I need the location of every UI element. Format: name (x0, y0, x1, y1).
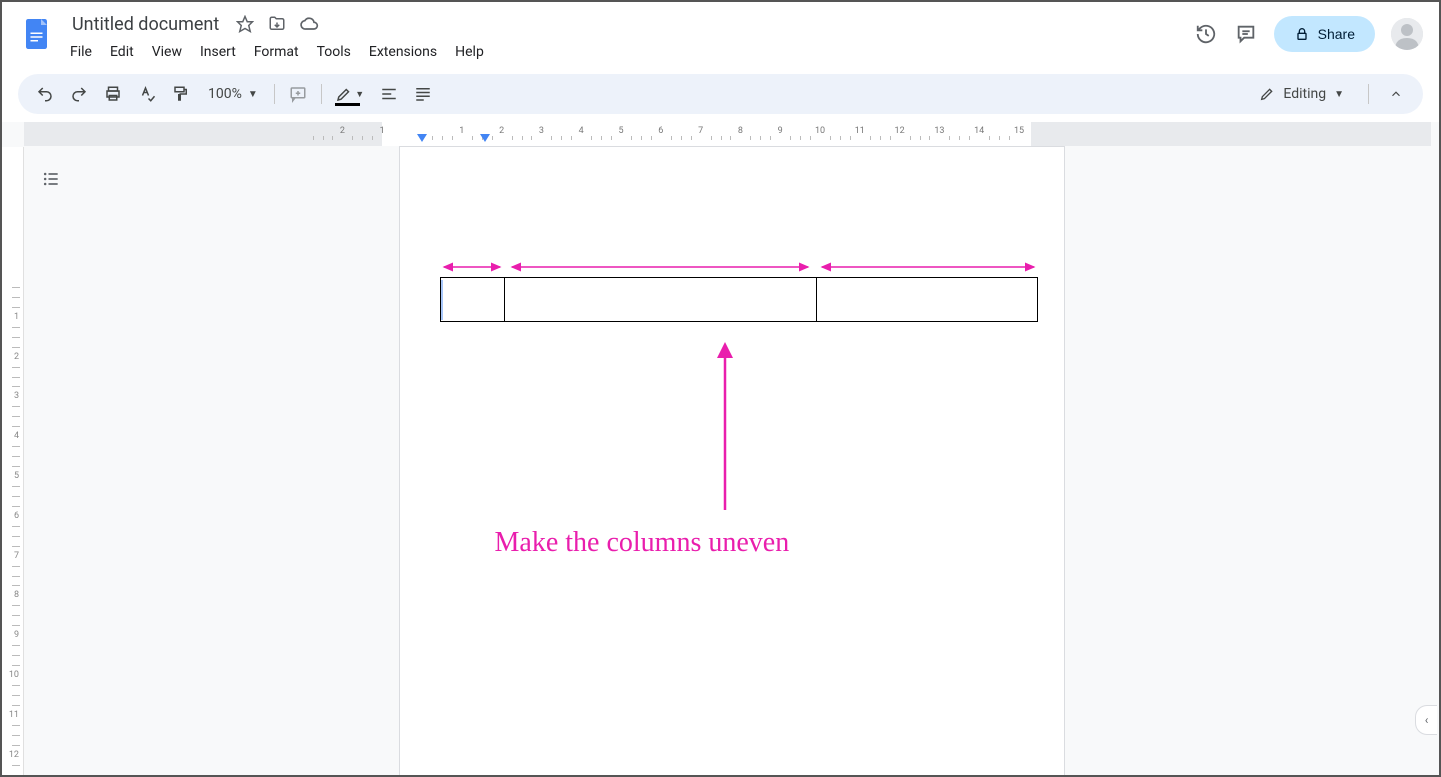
table-cell[interactable] (505, 278, 816, 322)
menu-edit[interactable]: Edit (102, 40, 142, 64)
lock-icon (1294, 26, 1310, 42)
menu-file[interactable]: File (62, 40, 100, 64)
menu-tools[interactable]: Tools (309, 40, 359, 64)
toolbar-wrap: 100%▼ ▼ Editing ▼ (2, 66, 1439, 122)
redo-button[interactable] (64, 79, 94, 109)
annotation-text: Make the columns uneven (495, 527, 790, 559)
annotation-layer: Make the columns uneven (400, 147, 1064, 775)
menu-insert[interactable]: Insert (192, 40, 244, 64)
chevron-down-icon: ▼ (248, 89, 258, 100)
chevron-down-icon: ▼ (1334, 89, 1344, 100)
header: Untitled document File Edit View Insert … (2, 2, 1439, 66)
menu-format[interactable]: Format (246, 40, 307, 64)
paint-format-button[interactable] (166, 79, 196, 109)
highlight-color-button[interactable]: ▼ (330, 79, 370, 109)
table-align-button[interactable] (374, 79, 404, 109)
side-panel-toggle[interactable]: ‹ (1415, 705, 1437, 735)
table-row[interactable] (440, 278, 1037, 322)
annotation-arrows-horizontal (438, 257, 1040, 277)
title-area: Untitled document File Edit View Insert … (66, 10, 1194, 66)
history-icon[interactable] (1194, 22, 1218, 46)
comment-icon[interactable] (1234, 22, 1258, 46)
table-cell[interactable] (440, 278, 505, 322)
table-options-button[interactable] (408, 79, 438, 109)
zoom-select[interactable]: 100%▼ (200, 86, 266, 102)
avatar[interactable] (1391, 18, 1423, 50)
document-page[interactable]: Make the columns uneven (399, 146, 1065, 775)
horizontal-ruler[interactable]: 21123456789101112131415 (24, 122, 1421, 146)
editing-mode-button[interactable]: Editing ▼ (1247, 86, 1356, 102)
document-table[interactable] (440, 277, 1038, 322)
page-scroll[interactable]: Make the columns uneven (24, 146, 1439, 775)
menu-bar: File Edit View Insert Format Tools Exten… (62, 38, 1194, 66)
spellcheck-button[interactable] (132, 79, 162, 109)
undo-button[interactable] (30, 79, 60, 109)
pencil-icon (1259, 86, 1275, 102)
menu-extensions[interactable]: Extensions (361, 40, 445, 64)
collapse-toolbar-button[interactable] (1381, 79, 1411, 109)
table-cell[interactable] (816, 278, 1037, 322)
move-icon[interactable] (265, 12, 289, 36)
chevron-down-icon: ▼ (355, 89, 364, 100)
menu-view[interactable]: View (144, 40, 190, 64)
add-comment-button[interactable] (283, 79, 313, 109)
vertical-ruler[interactable]: 1234567891011121314 (2, 147, 24, 775)
canvas-area: 21123456789101112131415 1234567891011121… (2, 122, 1439, 775)
cloud-icon[interactable] (297, 12, 321, 36)
menu-help[interactable]: Help (447, 40, 492, 64)
text-cursor (441, 280, 443, 320)
header-actions: Share (1194, 16, 1423, 52)
docs-logo[interactable] (18, 14, 58, 54)
document-title[interactable]: Untitled document (66, 12, 225, 37)
star-icon[interactable] (233, 12, 257, 36)
print-button[interactable] (98, 79, 128, 109)
share-label: Share (1318, 26, 1355, 42)
toolbar: 100%▼ ▼ Editing ▼ (18, 74, 1423, 114)
annotation-arrow-vertical (710, 342, 740, 512)
share-button[interactable]: Share (1274, 16, 1375, 52)
